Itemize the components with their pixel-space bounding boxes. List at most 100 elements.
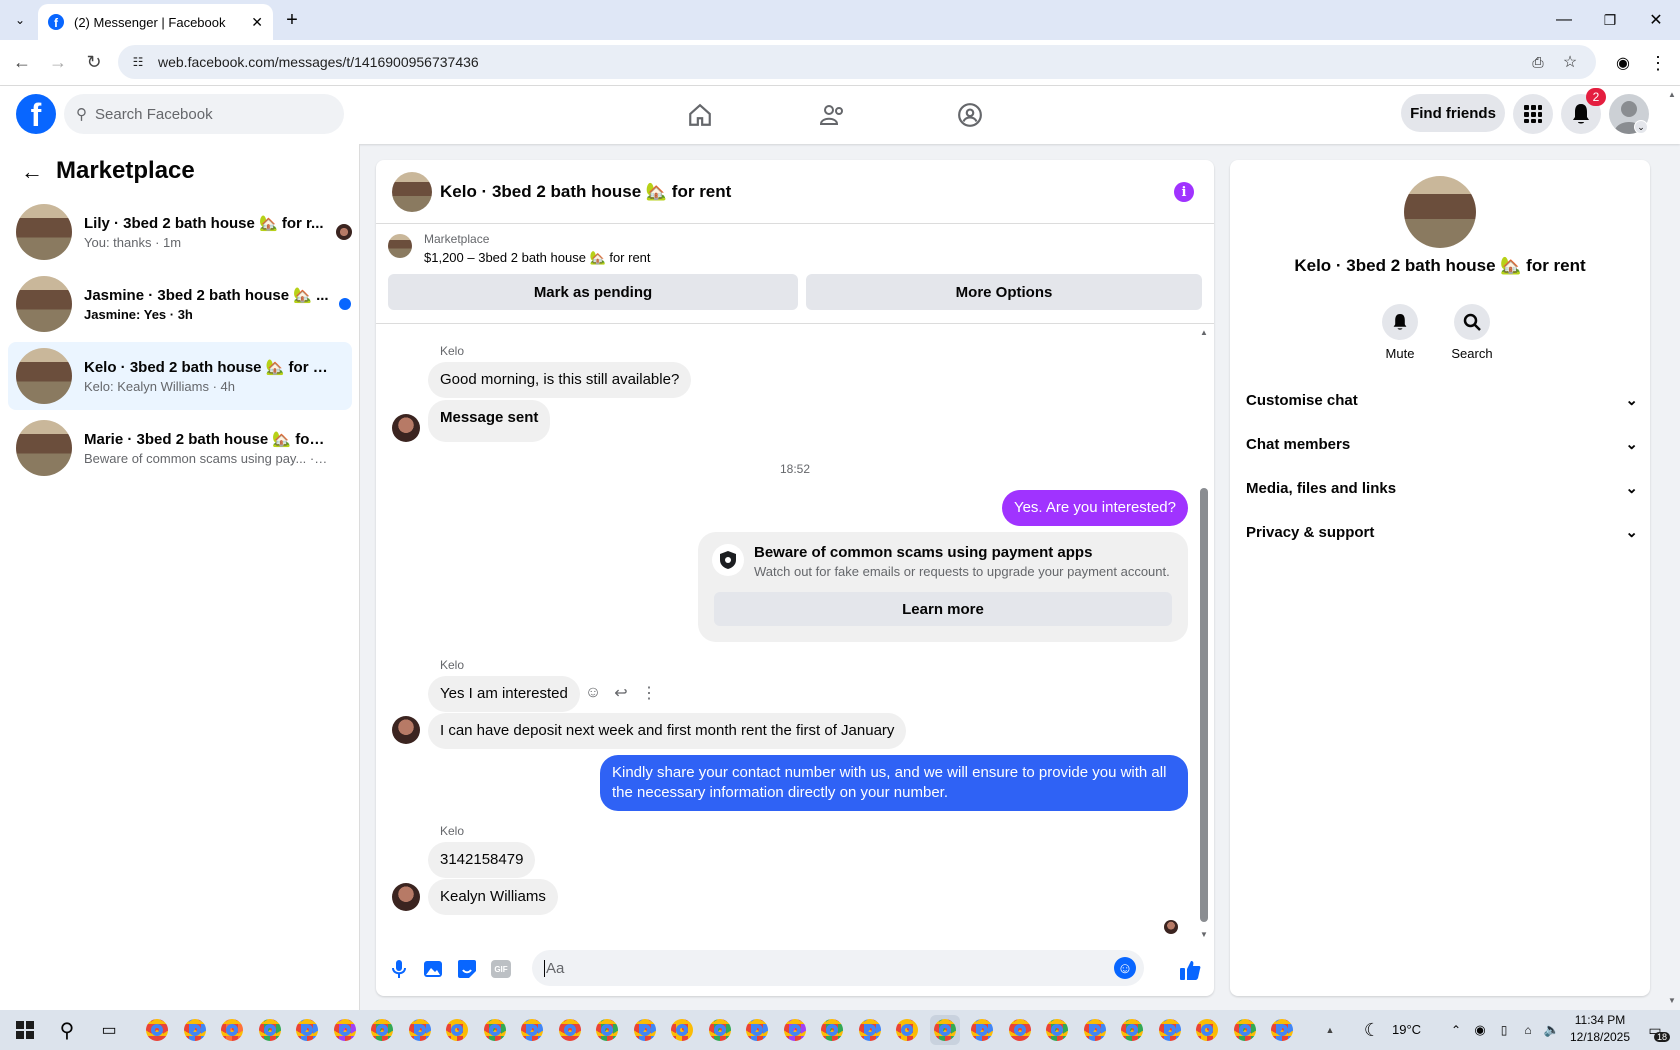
profile-icon[interactable]: ◉ <box>1610 50 1636 76</box>
media-files-links-section[interactable]: Media, files and links ⌄ <box>1246 466 1638 510</box>
windows-start-icon[interactable] <box>10 1015 40 1045</box>
taskbar-app-icon[interactable] <box>255 1015 285 1045</box>
facebook-logo[interactable]: f <box>16 94 56 134</box>
taskbar-overflow-icon[interactable]: ▲ <box>1322 1015 1338 1045</box>
site-info-icon[interactable]: ☷ <box>130 54 146 70</box>
task-view-icon[interactable]: ▭ <box>94 1015 124 1045</box>
install-app-icon[interactable]: ⎙ <box>1528 52 1548 72</box>
conversation-item-lily[interactable]: Lily · 3bed 2 bath house 🏡 for r... You:… <box>8 198 352 266</box>
more-actions-icon[interactable]: ⋮ <box>638 682 660 704</box>
forward-icon[interactable]: → <box>46 50 70 74</box>
scrollbar[interactable]: ▲ ▼ <box>1198 324 1210 942</box>
url-field[interactable]: ☷ web.facebook.com/messages/t/1416900956… <box>118 45 1596 79</box>
taskbar-app-icon[interactable] <box>1005 1015 1035 1045</box>
taskbar-app-icon[interactable] <box>929 1015 960 1045</box>
taskbar-app-icon[interactable] <box>1230 1015 1260 1045</box>
minimize-icon[interactable]: — <box>1552 8 1576 32</box>
photo-icon[interactable] <box>420 956 446 982</box>
reload-icon[interactable]: ↻ <box>82 50 106 74</box>
close-window-icon[interactable]: ✕ <box>1644 8 1668 32</box>
taskbar-app-icon[interactable] <box>442 1015 472 1045</box>
taskbar-app-icon[interactable] <box>405 1015 435 1045</box>
close-tab-icon[interactable]: ✕ <box>251 14 263 31</box>
back-arrow-icon[interactable]: ← <box>20 159 44 184</box>
phone-link-icon[interactable]: ▯ <box>1494 1018 1514 1042</box>
taskbar-app-icon[interactable] <box>517 1015 547 1045</box>
message-bubble[interactable]: 3142158479 <box>428 842 536 878</box>
taskbar-search-icon[interactable]: ⚲ <box>52 1015 82 1045</box>
tab-list-icon[interactable]: ⌄ <box>8 8 32 32</box>
microphone-icon[interactable] <box>386 956 412 982</box>
notification-center-icon[interactable]: ▭ 18 <box>1640 1018 1670 1042</box>
taskbar-app-icon[interactable] <box>630 1015 660 1045</box>
message-bubble[interactable]: Good morning, is this still available? <box>428 362 692 398</box>
scrollbar-thumb[interactable] <box>1200 488 1208 922</box>
react-emoji-icon[interactable]: ☺ <box>582 682 604 704</box>
tray-chevron-icon[interactable]: ⌃ <box>1446 1018 1466 1042</box>
scroll-up-icon[interactable]: ▲ <box>1198 326 1210 338</box>
message-input[interactable]: Aa ☺ <box>532 950 1144 986</box>
taskbar-app-icon[interactable] <box>180 1015 210 1045</box>
menu-grid-icon[interactable] <box>1513 94 1553 134</box>
conversation-item-kelo[interactable]: Kelo · 3bed 2 bath house 🏡 for rent Kelo… <box>8 342 352 410</box>
sender-avatar[interactable] <box>392 414 420 442</box>
gif-icon[interactable]: GIF <box>488 956 514 982</box>
message-bubble[interactable]: Kealyn Williams <box>428 879 558 915</box>
taskbar-app-icon[interactable] <box>330 1015 360 1045</box>
taskbar-app-icon[interactable] <box>592 1015 622 1045</box>
search-input[interactable]: ⚲ Search Facebook <box>64 94 344 134</box>
listing-price-title[interactable]: $1,200 – 3bed 2 bath house 🏡 for rent <box>424 250 651 266</box>
restore-icon[interactable]: ❐ <box>1598 8 1622 32</box>
new-tab-icon[interactable]: + <box>280 8 304 32</box>
taskbar-app-icon[interactable] <box>142 1015 172 1045</box>
emoji-icon[interactable]: ☺ <box>1114 957 1136 979</box>
page-scroll-down-icon[interactable]: ▼ <box>1666 994 1678 1006</box>
home-nav-icon[interactable] <box>680 95 720 135</box>
scroll-down-icon[interactable]: ▼ <box>1198 928 1210 940</box>
account-chevron-icon[interactable]: ⌄ <box>1634 120 1648 134</box>
taskbar-app-icon[interactable] <box>1117 1015 1147 1045</box>
taskbar-app-icon[interactable] <box>967 1015 997 1045</box>
taskbar-app-icon[interactable] <box>1042 1015 1072 1045</box>
message-bubble[interactable]: Yes I am interested <box>428 676 580 712</box>
conversation-item-marie[interactable]: Marie · 3bed 2 bath house 🏡 for r... Bew… <box>8 414 352 482</box>
sticker-icon[interactable] <box>454 956 480 982</box>
chat-members-section[interactable]: Chat members ⌄ <box>1246 422 1638 466</box>
clock[interactable]: 11:34 PM 12/18/2025 <box>1568 1012 1632 1046</box>
taskbar-app-icon[interactable] <box>742 1015 772 1045</box>
mark-as-pending-button[interactable]: Mark as pending <box>388 274 798 310</box>
info-icon[interactable]: i <box>1174 182 1194 202</box>
network-icon[interactable]: ⌂ <box>1518 1018 1538 1042</box>
taskbar-app-icon[interactable] <box>817 1015 847 1045</box>
reply-icon[interactable]: ↩ <box>610 682 632 704</box>
taskbar-app-icon[interactable] <box>1192 1015 1222 1045</box>
taskbar-app-icon[interactable] <box>855 1015 885 1045</box>
details-avatar[interactable] <box>1404 176 1476 248</box>
listing-thumbnail[interactable] <box>388 234 412 258</box>
taskbar-app-icon[interactable] <box>667 1015 697 1045</box>
taskbar-app-icon[interactable] <box>1155 1015 1185 1045</box>
browser-menu-icon[interactable]: ⋮ <box>1648 50 1668 76</box>
message-bubble[interactable]: I can have deposit next week and first m… <box>428 713 907 749</box>
volume-icon[interactable]: 🔈 <box>1542 1018 1562 1042</box>
record-icon[interactable]: ◉ <box>1470 1018 1490 1042</box>
mute-button[interactable]: Mute <box>1370 304 1430 361</box>
learn-more-button[interactable]: Learn more <box>714 592 1172 626</box>
back-icon[interactable]: ← <box>10 50 34 74</box>
message-bubble[interactable]: Message sent <box>428 400 551 442</box>
my-message-bubble[interactable]: Kindly share your contact number with us… <box>600 755 1188 811</box>
taskbar-app-icon[interactable] <box>480 1015 510 1045</box>
my-message-bubble[interactable]: Yes. Are you interested? <box>1001 490 1188 526</box>
bookmark-star-icon[interactable]: ☆ <box>1560 52 1580 72</box>
sender-avatar[interactable] <box>392 883 420 911</box>
taskbar-app-icon[interactable] <box>1267 1015 1297 1045</box>
search-in-chat-button[interactable]: Search <box>1442 304 1502 361</box>
chat-avatar[interactable] <box>392 171 432 212</box>
sender-avatar[interactable] <box>392 716 420 744</box>
taskbar-app-icon[interactable] <box>780 1015 810 1045</box>
chat-title[interactable]: Kelo · 3bed 2 bath house 🏡 for rent <box>440 182 731 202</box>
thumbs-up-icon[interactable] <box>1176 956 1204 984</box>
friends-nav-icon[interactable] <box>813 95 853 135</box>
taskbar-app-icon[interactable] <box>217 1015 247 1045</box>
taskbar-app-icon[interactable] <box>555 1015 585 1045</box>
